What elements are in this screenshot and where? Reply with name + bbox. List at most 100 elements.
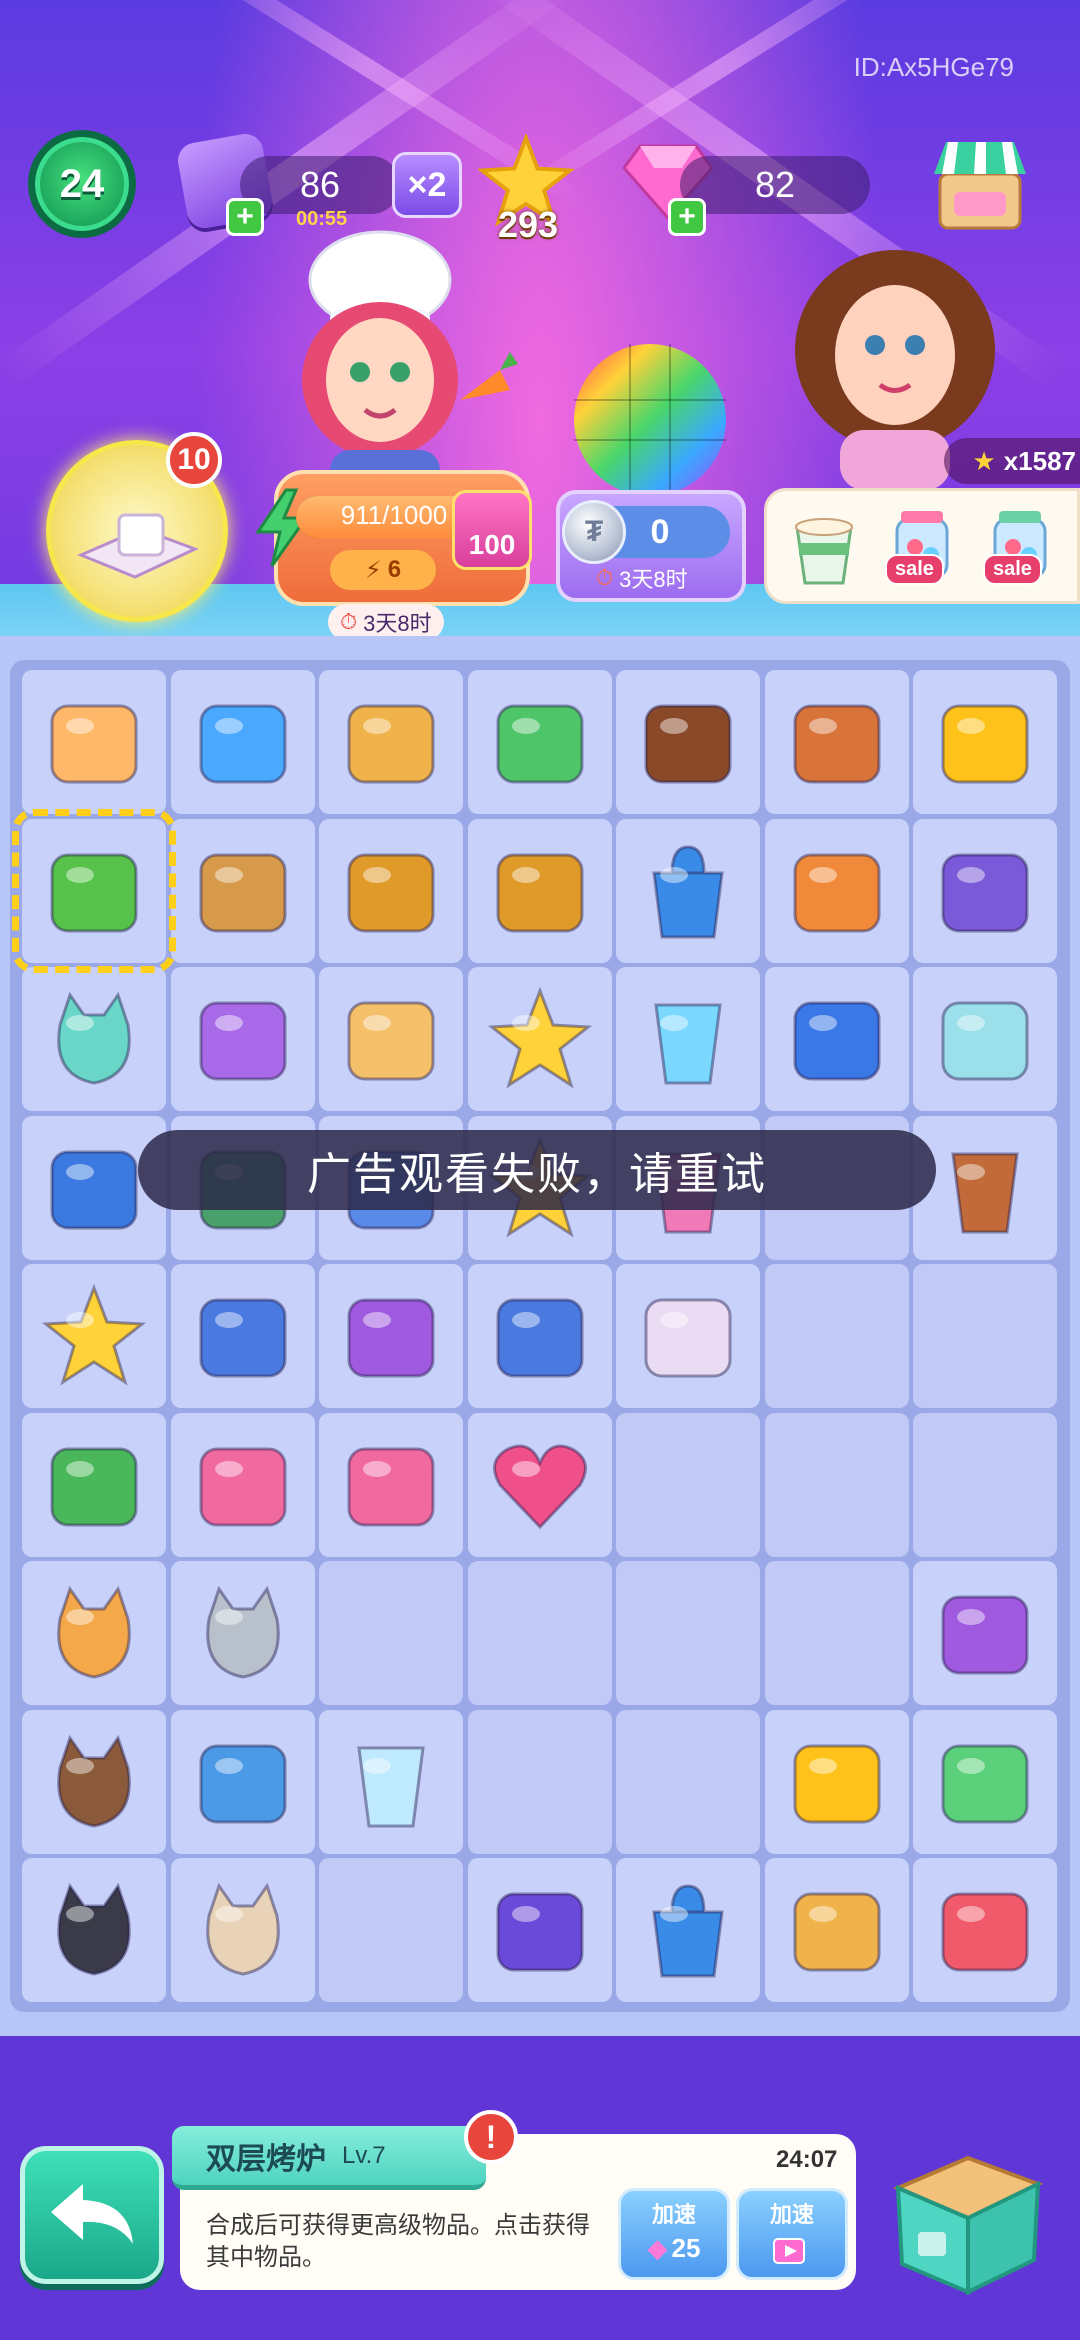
board-cell-empty[interactable] [616,1561,760,1705]
boost-value: 6 [387,556,402,583]
add-gems-button[interactable]: + [668,198,706,236]
board-cell-vegetable-basket[interactable] [170,670,315,814]
sale-offer-jar-1[interactable]: sale [879,503,965,589]
pencil-sharpener-icon [793,1001,880,1081]
storage-crate-icon[interactable] [878,2128,1054,2296]
board-cell-napkin[interactable] [616,1264,760,1408]
energy-value: 86 [299,164,341,205]
board-cell-empty[interactable] [319,1561,463,1705]
order-count-badge: 10 [166,432,222,488]
board-cell-toy-box[interactable] [764,1858,909,2002]
speed-up-ad-button[interactable]: 加速 [736,2188,848,2280]
sale-offer-drink[interactable] [781,503,867,589]
board-cell-bee[interactable] [764,1709,909,1854]
sale-offers-panel: sale sale [764,488,1080,604]
disco-ball [574,344,726,496]
board-cell-blue-bag[interactable] [616,1858,760,2002]
board-cell-gold-stars[interactable] [22,1264,166,1408]
board-cell-radio[interactable] [913,1561,1057,1705]
crayons-icon [199,1744,286,1823]
board-cell-dino-book[interactable] [913,818,1057,963]
board-cell-siamese-cat[interactable] [170,1858,315,2002]
star-total-counter: ★ x1587 [944,438,1080,484]
board-cell-empty[interactable] [616,1709,760,1854]
board-cell-empty[interactable] [467,1709,612,1854]
energy-multiplier-button[interactable]: ×2 [392,152,462,218]
board-cell-pie[interactable] [764,818,909,963]
honeycomb-icon [941,704,1029,784]
heart-box-icon [492,1444,587,1529]
black-cat-icon [57,1882,131,1976]
board-cell-picture-book[interactable] [22,1412,166,1557]
board-cell-empty[interactable] [319,1858,463,2002]
flower-pot-icon [793,704,880,784]
event-timer: ⏱ 3天8时 [328,604,444,640]
energy-counter: 86 [240,156,400,214]
board-cell-food-cart[interactable] [22,670,166,814]
silver-coin-icon: ₮ [562,500,626,564]
board-cell-sprout[interactable] [467,670,612,814]
board-cell-empty[interactable] [616,1412,760,1557]
board-cell-shopping-bag[interactable] [616,818,760,963]
player-level-badge[interactable]: 24 [28,130,136,238]
event-reward-box[interactable]: 100 [452,490,532,570]
speed-up-label: 加速 [651,2202,696,2227]
board-cell-egg-toast[interactable] [319,967,463,1111]
speed-up-gem-button[interactable]: 加速 ◆ 25 [618,2188,730,2280]
shop-icon[interactable] [930,134,1030,234]
board-cell-snow-globe-stand[interactable] [170,967,315,1111]
board-cell-gray-cat[interactable] [170,1561,315,1705]
star-total-value: x1587 [1003,445,1076,476]
board-cell-teapot[interactable] [913,967,1057,1111]
board-cell-honey-dipper[interactable] [467,818,612,963]
board-cell-flower-pot[interactable] [764,670,909,814]
calico-cat-icon [57,1585,131,1679]
board-cell-tea-set[interactable] [913,1858,1057,2002]
vegetable-basket-icon [199,704,286,784]
board-cell-honey-dipper[interactable] [319,818,463,963]
board-cell-lucky-sign[interactable] [467,1858,612,2002]
board-cell-beehive[interactable] [319,670,463,814]
blue-bag-icon [652,1884,724,1978]
board-cell-mystery-chest[interactable] [319,1264,463,1408]
board-cell-black-cat[interactable] [22,1858,166,2002]
board-cell-empty[interactable] [764,1264,909,1408]
board-cell-green-bolt[interactable] [913,1709,1057,1854]
item-name: 双层烤炉 [206,2142,326,2176]
board-cell-pencil-sharpener[interactable] [764,967,909,1111]
gem-value: 82 [754,164,796,205]
board-cell-bread-tray[interactable] [170,1264,315,1408]
board-cell-water-glass[interactable] [319,1709,463,1854]
board-cell-empty[interactable] [467,1561,612,1705]
board-cell-brown-cat[interactable] [22,1709,166,1854]
board-cell-heart-box[interactable] [467,1412,612,1557]
snow-globe-stand-icon [199,1001,286,1081]
coin-event-timer-text: 3天8时 [619,567,688,592]
clock-icon: ⏱ [340,609,358,634]
toy-box-icon [793,1892,880,1972]
board-cell-bookshelf[interactable] [170,818,315,963]
board-cell-empty[interactable] [913,1264,1057,1408]
bread-tray-icon [199,1298,286,1378]
board-cell-crayons[interactable] [170,1709,315,1854]
board-cell-pink-scissors[interactable] [170,1412,315,1557]
event-timer-text: 3天8时 [363,611,432,636]
picture-book-icon [50,1447,138,1526]
lucky-sign-icon [496,1892,583,1972]
board-cell-blue-drink[interactable] [616,967,760,1111]
board-cell-bread-bowl[interactable] [467,1264,612,1408]
board-cell-empty[interactable] [913,1412,1057,1557]
board-cell-calico-cat[interactable] [22,1561,166,1705]
board-cell-pink-tape[interactable] [319,1412,463,1557]
add-energy-button[interactable]: + [226,198,264,236]
board-cell-gold-stars[interactable] [467,967,612,1111]
back-button[interactable] [20,2146,164,2284]
board-cell-coffee-cup[interactable] [913,1115,1057,1260]
board-cell-empty[interactable] [764,1561,909,1705]
sale-offer-jar-2[interactable]: sale [977,503,1063,589]
board-cell-chestnut[interactable] [616,670,760,814]
alert-badge[interactable]: ! [464,2110,518,2164]
board-cell-honeycomb[interactable] [913,670,1057,814]
board-cell-empty[interactable] [764,1412,909,1557]
board-cell-cat-tower[interactable] [22,967,166,1111]
